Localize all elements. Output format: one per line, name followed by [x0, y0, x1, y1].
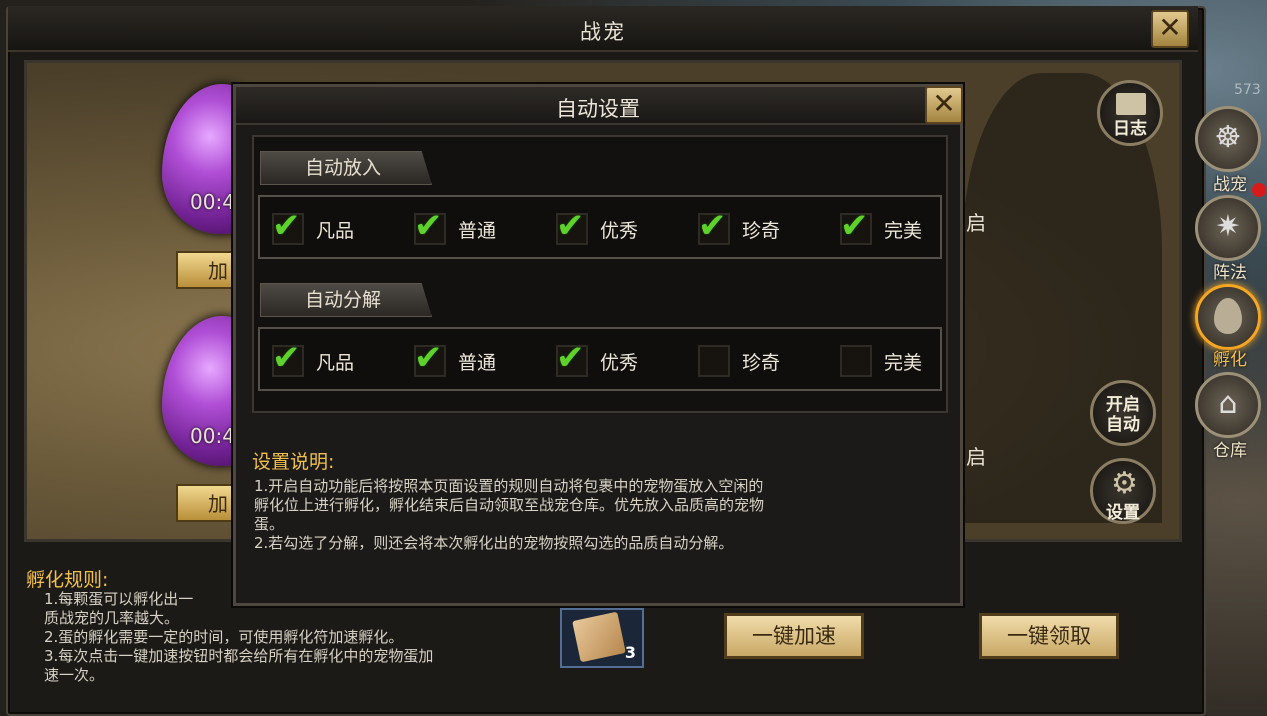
- rule-line: 质战宠的几率越大。: [44, 609, 180, 627]
- log-button[interactable]: 日志: [1097, 80, 1163, 146]
- auto-put-option-excellent[interactable]: ✔ 优秀: [556, 209, 639, 245]
- side-tab-formation[interactable]: ✷: [1195, 195, 1261, 261]
- option-label: 普通: [458, 219, 497, 242]
- auto-settings-dialog: 自动设置 自动放入 ✔ 凡品 ✔ 普通 ✔ 优秀 ✔ 珍奇 ✔ 完美 自动分解 …: [233, 84, 963, 606]
- auto-start-button[interactable]: 开启 自动: [1090, 380, 1156, 446]
- corner-counter: 573: [1234, 82, 1261, 98]
- egg-timer-2: 00:4: [190, 424, 235, 448]
- pet-window-close-button[interactable]: ✕: [1151, 10, 1189, 48]
- hatch-talisman-icon: [572, 611, 626, 663]
- egg-icon: [1214, 298, 1242, 334]
- auto-start-label-line1: 开启: [1106, 395, 1140, 415]
- auto-decompose-options-row: ✔ 凡品 ✔ 普通 ✔ 优秀 珍奇 完美: [258, 327, 942, 391]
- check-icon: ✔: [556, 338, 585, 378]
- auto-decompose-option-normal[interactable]: ✔ 普通: [414, 341, 497, 377]
- side-tab-pet-label: 战宠: [1213, 175, 1247, 195]
- hatch-talisman-slot[interactable]: 3: [560, 608, 644, 668]
- side-tab-storage-label: 仓库: [1213, 441, 1247, 461]
- rule-line: 3.每次点击一键加速按钮时都会给所有在孵化中的宠物蛋加: [44, 647, 434, 665]
- house-icon: ⌂: [1218, 386, 1238, 421]
- checkbox[interactable]: ✔: [840, 209, 872, 245]
- checkbox[interactable]: ✔: [414, 209, 446, 245]
- dialog-title-bar: 自动设置: [236, 87, 960, 125]
- option-label: 珍奇: [742, 219, 781, 242]
- description-line: 1.开启自动功能后将按照本页面设置的规则自动将包裹中的宠物蛋放入空闲的: [254, 477, 764, 495]
- star-compass-icon: ✷: [1215, 209, 1241, 244]
- check-icon: ✔: [698, 206, 727, 246]
- speed-all-button[interactable]: 一键加速: [724, 613, 864, 659]
- auto-put-option-common[interactable]: ✔ 凡品: [272, 209, 355, 245]
- checkbox[interactable]: ✔: [272, 341, 304, 377]
- hatch-talisman-count: 3: [624, 643, 636, 662]
- checkbox[interactable]: ✔: [556, 209, 588, 245]
- option-label: 完美: [884, 219, 923, 242]
- auto-decompose-option-common[interactable]: ✔ 凡品: [272, 341, 355, 377]
- auto-decompose-section-tab: 自动分解: [260, 283, 432, 317]
- option-label: 珍奇: [742, 351, 781, 374]
- dialog-close-button[interactable]: ✕: [925, 86, 963, 124]
- auto-put-option-normal[interactable]: ✔ 普通: [414, 209, 497, 245]
- auto-decompose-option-perfect[interactable]: 完美: [840, 345, 922, 377]
- claim-all-button[interactable]: 一键领取: [979, 613, 1119, 659]
- settings-description: 1.开启自动功能后将按照本页面设置的规则自动将包裹中的宠物蛋放入空闲的 孵化位上…: [254, 477, 944, 553]
- notification-badge: [1252, 183, 1266, 197]
- dialog-title: 自动设置: [556, 97, 640, 121]
- auto-decompose-option-excellent[interactable]: ✔ 优秀: [556, 341, 639, 377]
- check-icon: ✔: [272, 338, 301, 378]
- auto-start-label-line2: 自动: [1106, 415, 1140, 435]
- checkbox[interactable]: ✔: [272, 209, 304, 245]
- checkbox[interactable]: ✔: [414, 341, 446, 377]
- check-icon: ✔: [414, 206, 443, 246]
- checkbox[interactable]: ✔: [556, 341, 588, 377]
- option-label: 完美: [884, 351, 923, 374]
- lion-head-icon: ☸: [1214, 120, 1242, 155]
- slot-open-label-2: 启: [966, 445, 986, 469]
- checkbox[interactable]: [698, 345, 730, 377]
- book-icon: [1116, 93, 1146, 115]
- auto-put-option-perfect[interactable]: ✔ 完美: [840, 209, 923, 245]
- side-tab-hatch-label: 孵化: [1213, 350, 1247, 370]
- auto-put-options-row: ✔ 凡品 ✔ 普通 ✔ 优秀 ✔ 珍奇 ✔ 完美: [258, 195, 942, 259]
- option-label: 优秀: [600, 351, 639, 374]
- checkbox[interactable]: [840, 345, 872, 377]
- checkbox[interactable]: ✔: [698, 209, 730, 245]
- close-icon: ✕: [1158, 11, 1182, 44]
- egg-timer-1: 00:4: [190, 190, 235, 214]
- settings-button-label: 设置: [1106, 503, 1140, 523]
- option-label: 优秀: [600, 219, 639, 242]
- auto-put-section-tab: 自动放入: [260, 151, 432, 185]
- rule-line: 2.蛋的孵化需要一定的时间，可使用孵化符加速孵化。: [44, 628, 404, 646]
- hatch-rules-title: 孵化规则:: [26, 569, 109, 591]
- pet-window-title-bar: 战宠: [8, 6, 1198, 52]
- side-tab-hatch[interactable]: [1195, 284, 1261, 350]
- side-tab-storage[interactable]: ⌂: [1195, 372, 1261, 438]
- check-icon: ✔: [556, 206, 585, 246]
- slot-open-label-1: 启: [966, 211, 986, 235]
- description-line: 2.若勾选了分解，则还会将本次孵化出的宠物按照勾选的品质自动分解。: [254, 534, 734, 552]
- option-label: 凡品: [316, 351, 355, 374]
- log-button-label: 日志: [1113, 119, 1147, 139]
- auto-decompose-option-rare[interactable]: 珍奇: [698, 345, 780, 377]
- check-icon: ✔: [414, 338, 443, 378]
- description-line: 孵化位上进行孵化，孵化结束后自动领取至战宠仓库。优先放入品质高的宠物: [254, 496, 765, 514]
- option-label: 凡品: [316, 219, 355, 242]
- settings-description-title: 设置说明:: [252, 451, 335, 473]
- check-icon: ✔: [272, 206, 301, 246]
- auto-put-option-rare[interactable]: ✔ 珍奇: [698, 209, 781, 245]
- check-icon: ✔: [840, 206, 869, 246]
- settings-button[interactable]: ⚙ 设置: [1090, 458, 1156, 524]
- close-icon: ✕: [932, 87, 956, 120]
- pet-window-title: 战宠: [580, 20, 626, 44]
- side-tab-formation-label: 阵法: [1213, 263, 1247, 283]
- option-label: 普通: [458, 351, 497, 374]
- gear-icon: ⚙: [1111, 466, 1138, 501]
- description-line: 蛋。: [254, 515, 285, 533]
- dialog-options-panel: 自动放入 ✔ 凡品 ✔ 普通 ✔ 优秀 ✔ 珍奇 ✔ 完美 自动分解 ✔ 凡品 …: [252, 135, 948, 413]
- rule-line: 速一次。: [44, 666, 105, 684]
- side-tab-pet[interactable]: ☸: [1195, 106, 1261, 172]
